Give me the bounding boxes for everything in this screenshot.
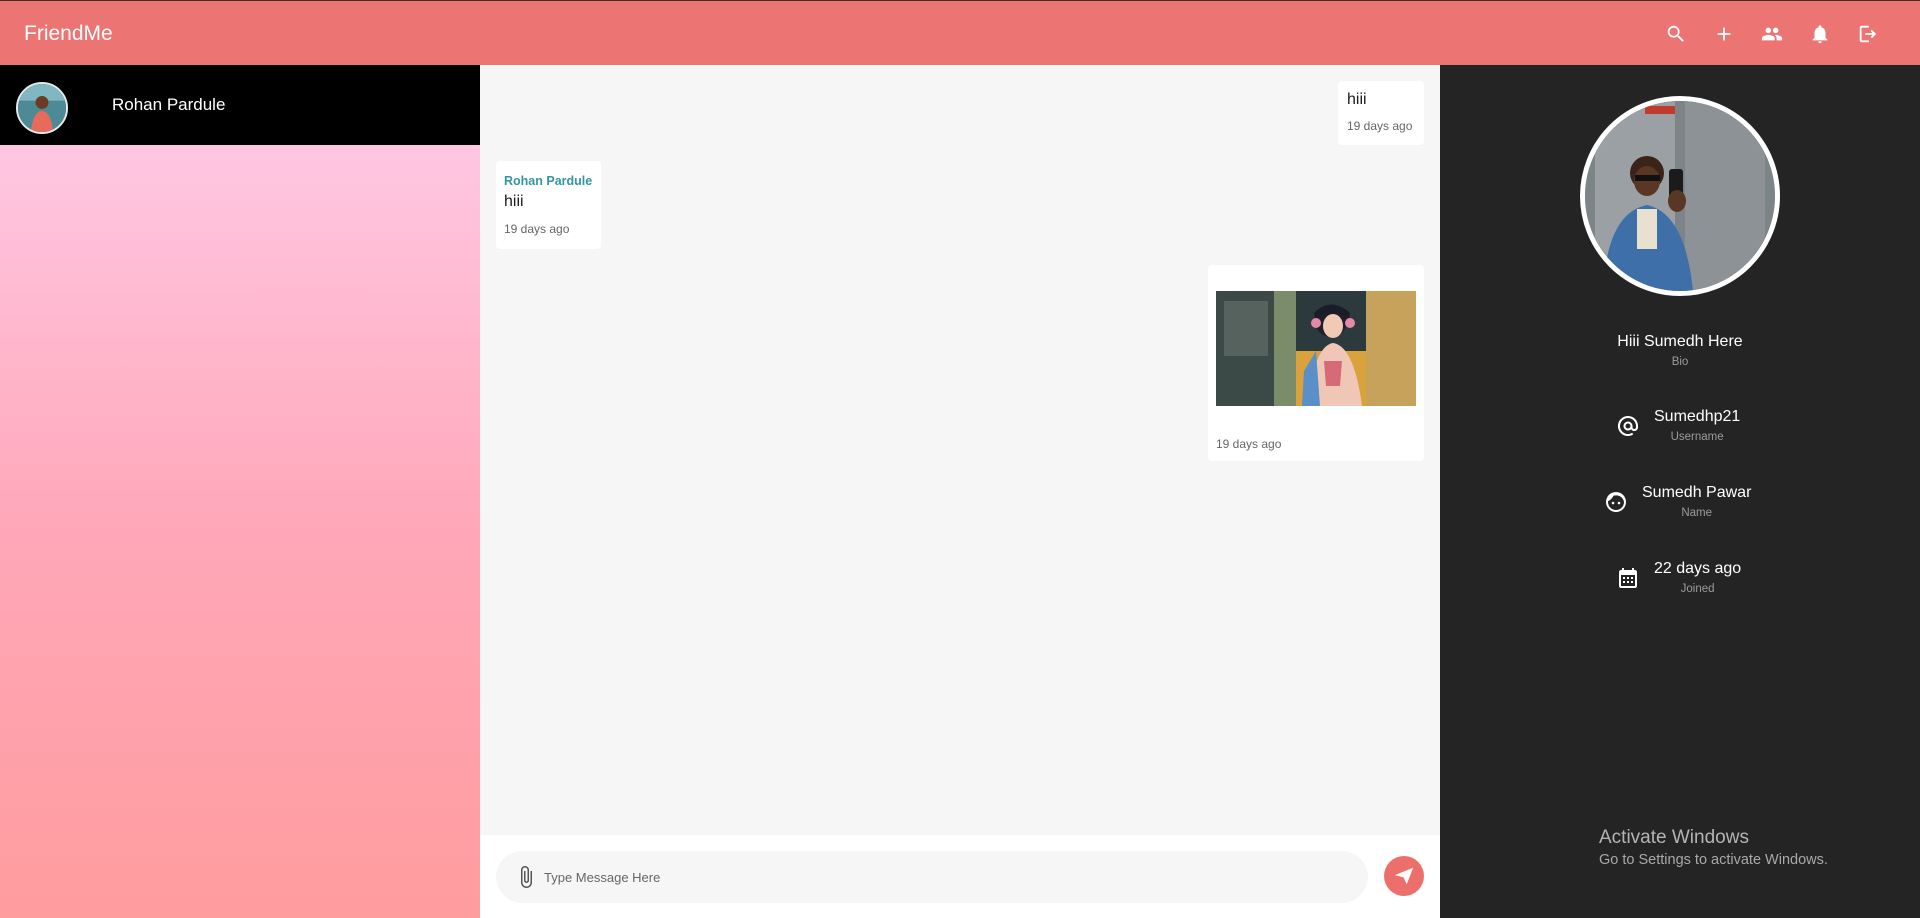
message-bubble-incoming: Rohan Pardule hiii 19 days ago <box>496 161 601 249</box>
message-text: hiii <box>504 193 524 210</box>
joined-value: 22 days ago <box>1654 560 1742 577</box>
navbar-actions <box>1663 21 1880 46</box>
message-time: 19 days ago <box>1216 437 1282 451</box>
chat-area: hiii 19 days ago Rohan Pardule hiii 19 d… <box>480 65 1440 918</box>
message-time: 19 days ago <box>1347 119 1413 133</box>
name-label: Name <box>1681 507 1713 519</box>
send-button[interactable] <box>1384 856 1424 896</box>
watermark-title: Activate Windows <box>1599 827 1749 848</box>
profile-bio: Hiii Sumedh Here Bio <box>1440 333 1920 368</box>
top-navbar: FriendMe <box>0 0 1920 65</box>
message-image[interactable] <box>1216 291 1416 406</box>
bell-icon[interactable] <box>1807 21 1832 46</box>
contact-item[interactable]: Rohan Pardule <box>0 65 480 145</box>
message-bubble-outgoing: hiii 19 days ago <box>1338 81 1424 145</box>
bio-label: Bio <box>1671 356 1689 368</box>
profile-panel: Hiii Sumedh Here Bio Sumedhp21 Username … <box>1440 65 1920 918</box>
bio-value: Hiii Sumedh Here <box>1617 333 1743 350</box>
at-icon <box>1616 414 1640 438</box>
paperclip-icon[interactable] <box>514 865 538 889</box>
send-icon <box>1394 867 1414 885</box>
people-icon[interactable] <box>1759 21 1784 46</box>
contacts-sidebar: Rohan Pardule <box>0 65 480 918</box>
joined-label: Joined <box>1680 583 1715 595</box>
name-value: Sumedh Pawar <box>1642 484 1752 501</box>
message-composer <box>480 835 1440 918</box>
message-sender[interactable]: Rohan Pardule <box>504 174 592 188</box>
calendar-icon <box>1616 566 1640 590</box>
message-input-wrapper <box>496 851 1368 903</box>
message-input[interactable] <box>544 863 1344 891</box>
watermark-subtitle: Go to Settings to activate Windows. <box>1599 852 1828 868</box>
add-icon[interactable] <box>1711 21 1736 46</box>
windows-activation-watermark: Activate Windows Go to Settings to activ… <box>1599 827 1828 868</box>
contact-name: Rohan Pardule <box>112 95 226 114</box>
message-text: hiii <box>1347 91 1367 108</box>
username-value: Sumedhp21 <box>1654 408 1741 425</box>
profile-joined-row: 22 days ago Joined <box>1616 560 1741 595</box>
profile-name-row: Sumedh Pawar Name <box>1604 484 1751 519</box>
face-icon <box>1604 490 1628 514</box>
search-icon[interactable] <box>1663 21 1688 46</box>
avatar <box>16 82 68 134</box>
logout-icon[interactable] <box>1855 21 1880 46</box>
app-brand[interactable]: FriendMe <box>24 22 113 46</box>
profile-username-row: Sumedhp21 Username <box>1616 408 1740 443</box>
username-label: Username <box>1670 431 1724 443</box>
message-time: 19 days ago <box>504 222 570 236</box>
profile-avatar[interactable] <box>1580 96 1780 296</box>
message-bubble-image: 19 days ago <box>1208 265 1424 461</box>
